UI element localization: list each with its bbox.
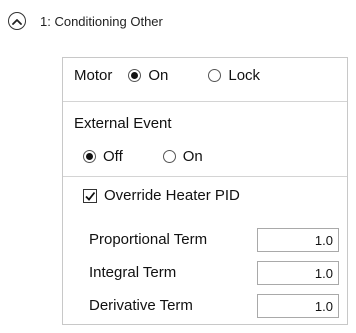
section-title: 1: Conditioning Other [40,13,163,29]
checkmark-icon [85,191,96,201]
proportional-input[interactable] [257,228,339,252]
integral-input[interactable] [257,261,339,285]
motor-row: Motor On Lock [74,67,260,84]
event-on-radio[interactable] [162,150,176,163]
collapse-button[interactable] [8,12,26,30]
divider [63,176,347,177]
motor-on-label: On [148,67,169,84]
event-on-label: On [182,148,203,165]
override-row[interactable]: Override Heater PID [83,187,240,204]
event-off-option[interactable]: Off [83,148,123,165]
motor-lock-option[interactable]: Lock [208,67,260,84]
integral-label: Integral Term [89,264,177,281]
external-event-label: External Event [74,115,172,132]
override-checkbox[interactable] [83,188,97,203]
proportional-label: Proportional Term [89,231,208,248]
motor-lock-radio[interactable] [208,69,222,82]
motor-label: Motor [74,67,113,84]
derivative-label: Derivative Term [89,297,193,314]
motor-on-option[interactable]: On [128,67,168,84]
chevron-up-icon [12,18,22,25]
settings-panel: Motor On Lock External Event Off On Over… [62,57,348,325]
section-header: 1: Conditioning Other [8,10,163,32]
divider [63,101,347,102]
event-off-label: Off [103,148,123,165]
motor-lock-label: Lock [228,67,261,84]
derivative-input[interactable] [257,294,339,318]
override-label: Override Heater PID [104,187,240,204]
event-off-radio[interactable] [83,150,96,163]
event-on-option[interactable]: On [162,148,203,165]
motor-on-radio[interactable] [128,69,142,82]
external-event-options: Off On [83,148,203,165]
